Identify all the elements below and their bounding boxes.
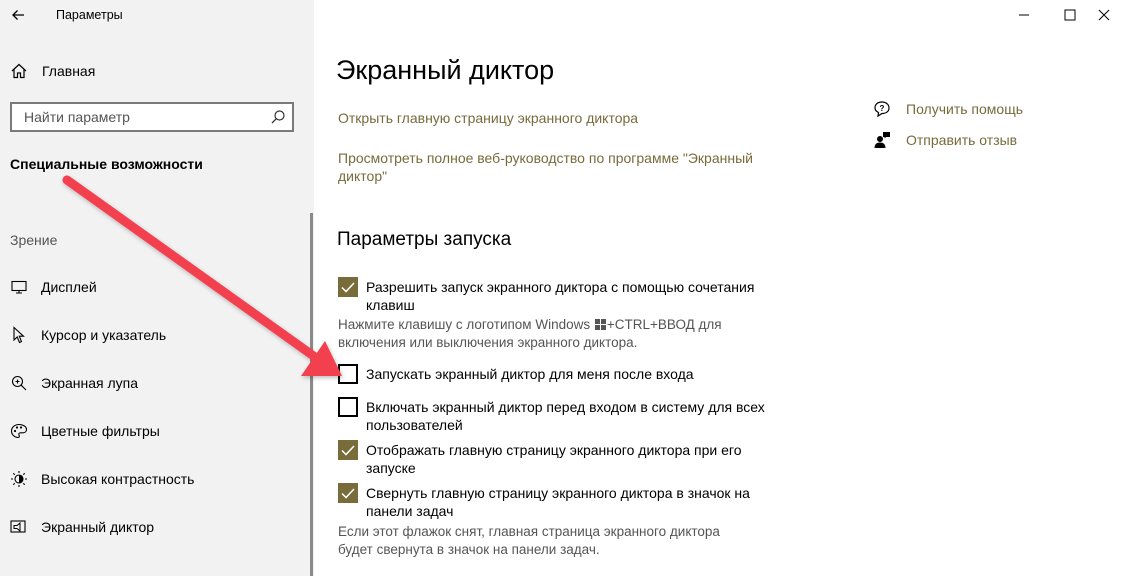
start-after-signin-checkbox[interactable]: [338, 364, 358, 384]
sidebar-item-narrator[interactable]: Экранный диктор: [10, 518, 154, 536]
app-title: Параметры: [56, 8, 123, 22]
feedback-text: Отправить отзыв: [906, 132, 1018, 148]
sidebar-item-display[interactable]: Дисплей: [10, 278, 97, 296]
sidebar-item-label: Экранный диктор: [41, 519, 155, 535]
page-title: Экранный диктор: [336, 55, 555, 85]
feedback-person-icon: [872, 130, 892, 150]
show-home-checkbox[interactable]: [338, 440, 358, 460]
section-title: Специальные возможности: [10, 156, 203, 172]
get-help-text: Получить помощь: [906, 101, 1024, 117]
sidebar-item-label: Дисплей: [41, 279, 97, 295]
sidebar-item-magnifier[interactable]: Экранная лупа: [10, 374, 138, 392]
search-input[interactable]: [22, 104, 266, 130]
start-before-signin-label: Включать экранный диктор перед входом в …: [366, 399, 765, 433]
group-label-vision: Зрение: [10, 232, 58, 248]
open-narrator-home-link[interactable]: Открыть главную страницу экранного дикто…: [338, 109, 638, 127]
contrast-icon: [10, 470, 28, 488]
start-after-signin-label: Запускать экранный диктор для меня после…: [366, 366, 694, 382]
start-before-signin-checkbox[interactable]: [338, 397, 358, 417]
minimize-button[interactable]: [1001, 0, 1047, 30]
shortcut-checkbox-label: Разрешить запуск экранного диктора с пом…: [366, 279, 755, 313]
sidebar-item-color-filters[interactable]: Цветные фильтры: [10, 422, 160, 440]
search-box[interactable]: [10, 102, 294, 132]
display-icon: [10, 278, 28, 296]
svg-text:?: ?: [880, 104, 885, 113]
checkmark-icon: [341, 445, 355, 456]
shortcut-note-text: Нажмите клавишу с логотипом Windows: [338, 317, 591, 332]
help-chat-icon: ?: [872, 99, 892, 119]
startup-heading: Параметры запуска: [337, 229, 512, 250]
narrator-guide-link[interactable]: Просмотреть полное веб-руководство по пр…: [338, 149, 778, 185]
palette-icon: [10, 422, 28, 440]
sidebar-item-cursor[interactable]: Курсор и указатель: [10, 326, 166, 344]
sidebar-item-label: Цветные фильтры: [41, 423, 160, 439]
minimize-home-label: Свернуть главную страницу экранного дикт…: [366, 485, 750, 519]
magnifier-icon: [10, 374, 28, 392]
maximize-icon: [1064, 9, 1076, 21]
minimize-note: Если этот флажок снят, главная страница …: [338, 524, 720, 557]
minimize-home-checkbox[interactable]: [338, 483, 358, 503]
close-icon: [1098, 9, 1110, 21]
home-label: Главная: [42, 63, 96, 79]
checkmark-icon: [341, 488, 355, 499]
shortcut-checkbox[interactable]: [338, 277, 358, 297]
minimize-icon: [1019, 14, 1029, 16]
checkmark-icon: [341, 282, 355, 293]
show-home-label: Отображать главную страницу экранного ди…: [366, 442, 742, 476]
sidebar-item-label: Экранная лупа: [41, 375, 139, 391]
sidebar-item-label: Высокая контрастность: [41, 471, 195, 487]
get-help-link[interactable]: ? Получить помощь: [872, 99, 1023, 119]
sidebar-item-label: Курсор и указатель: [41, 327, 167, 343]
close-button[interactable]: [1081, 0, 1127, 30]
home-icon: [11, 63, 27, 79]
sidebar-scrollbar[interactable]: [310, 213, 313, 576]
back-arrow-icon: [12, 10, 24, 20]
cursor-icon: [10, 326, 28, 344]
search-icon[interactable]: [270, 109, 286, 125]
windows-logo-icon: [594, 319, 606, 330]
home-nav-item[interactable]: Главная: [10, 62, 95, 80]
narrator-icon: [10, 518, 28, 536]
sidebar-item-high-contrast[interactable]: Высокая контрастность: [10, 470, 194, 488]
feedback-link[interactable]: Отправить отзыв: [872, 130, 1017, 150]
shortcut-note: Нажмите клавишу с логотипом Windows +CTR…: [338, 316, 758, 352]
back-button[interactable]: [8, 4, 30, 26]
